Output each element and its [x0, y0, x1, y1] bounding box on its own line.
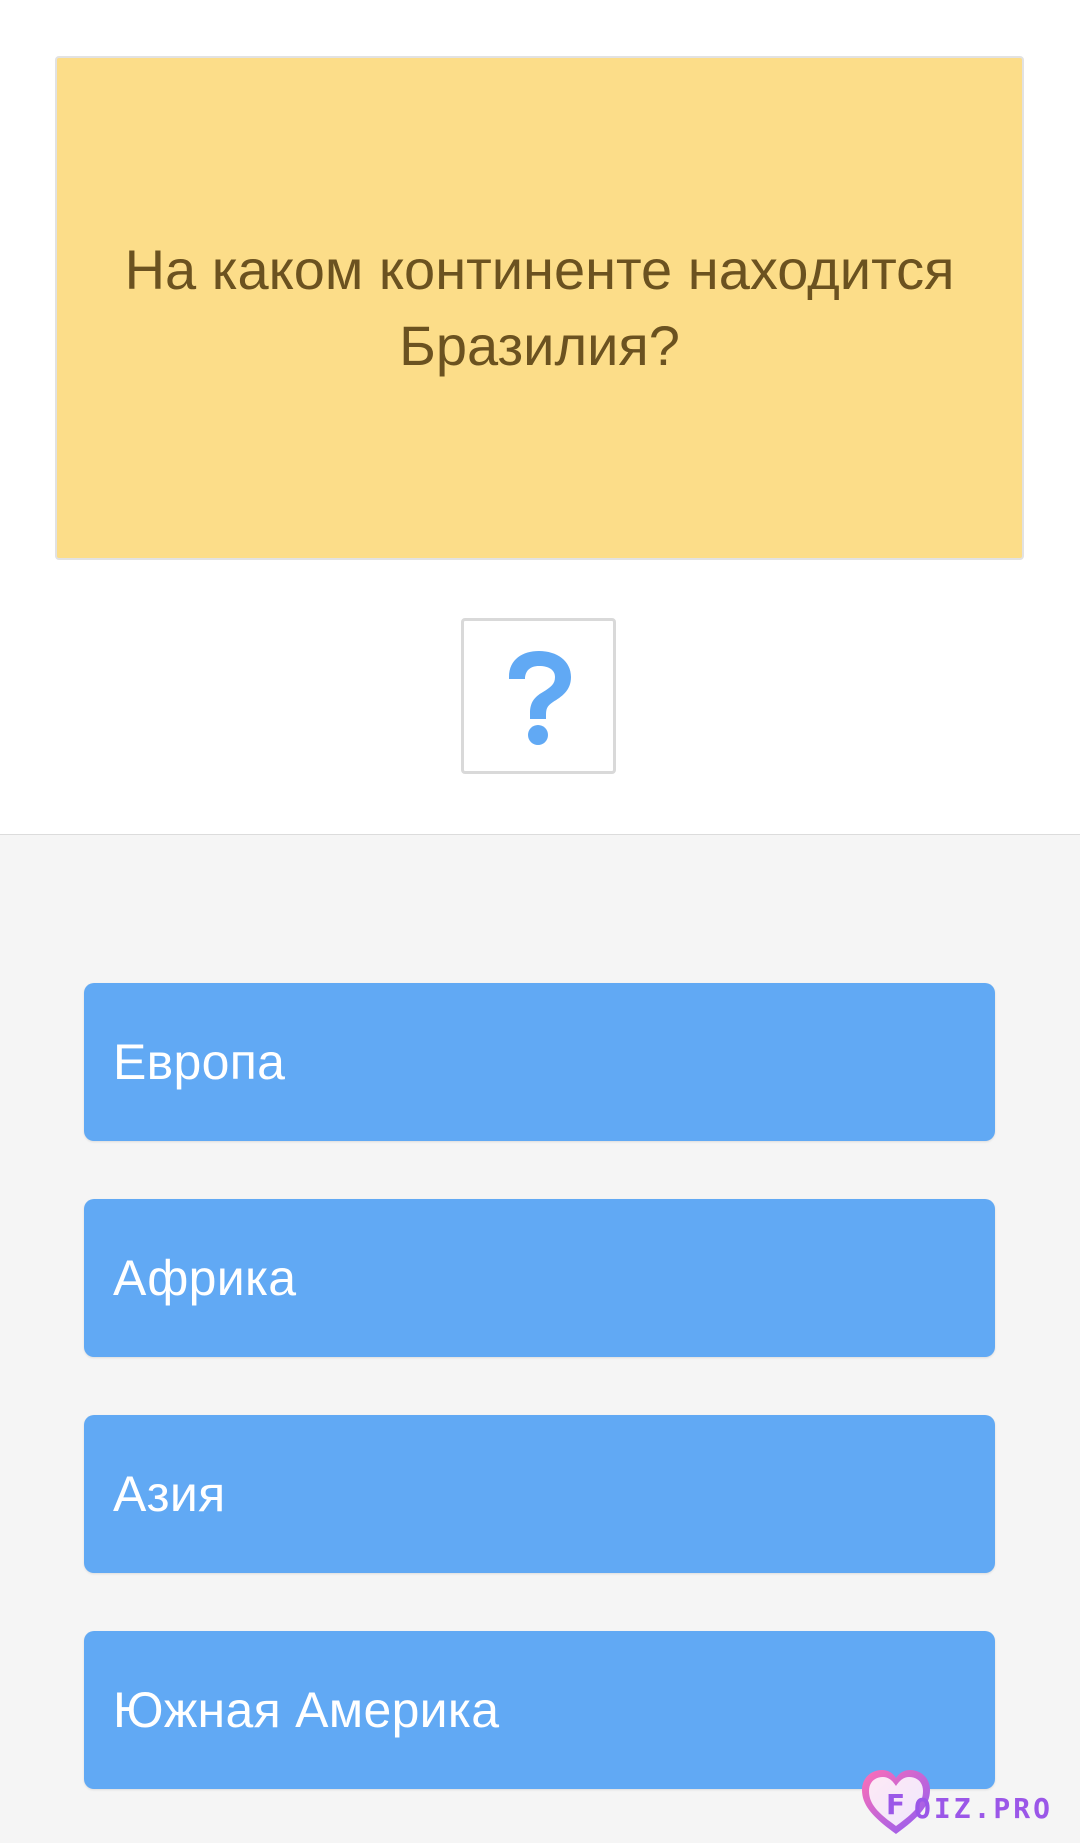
watermark-text: OIZ.PRO — [914, 1792, 1054, 1825]
hint-button[interactable] — [461, 618, 616, 774]
question-text: На каком континенте находится Бразилия? — [124, 238, 955, 377]
question-card: На каком континенте находится Бразилия? — [55, 56, 1024, 560]
answer-button-europe[interactable]: Европа — [84, 983, 995, 1141]
answer-label: Южная Америка — [113, 1682, 500, 1738]
watermark-logo: F OIZ.PRO — [856, 1762, 1076, 1842]
question-mark-icon — [501, 647, 577, 745]
question-area: На каком континенте находится Бразилия? — [0, 0, 1080, 834]
answers-area: Европа Африка Азия Южная Америка — [0, 834, 1080, 1843]
answer-label: Европа — [113, 1034, 286, 1090]
svg-text:F: F — [886, 1788, 905, 1821]
answer-label: Азия — [113, 1466, 226, 1522]
answer-label: Африка — [113, 1250, 297, 1306]
answer-button-asia[interactable]: Азия — [84, 1415, 995, 1573]
answer-button-africa[interactable]: Африка — [84, 1199, 995, 1357]
